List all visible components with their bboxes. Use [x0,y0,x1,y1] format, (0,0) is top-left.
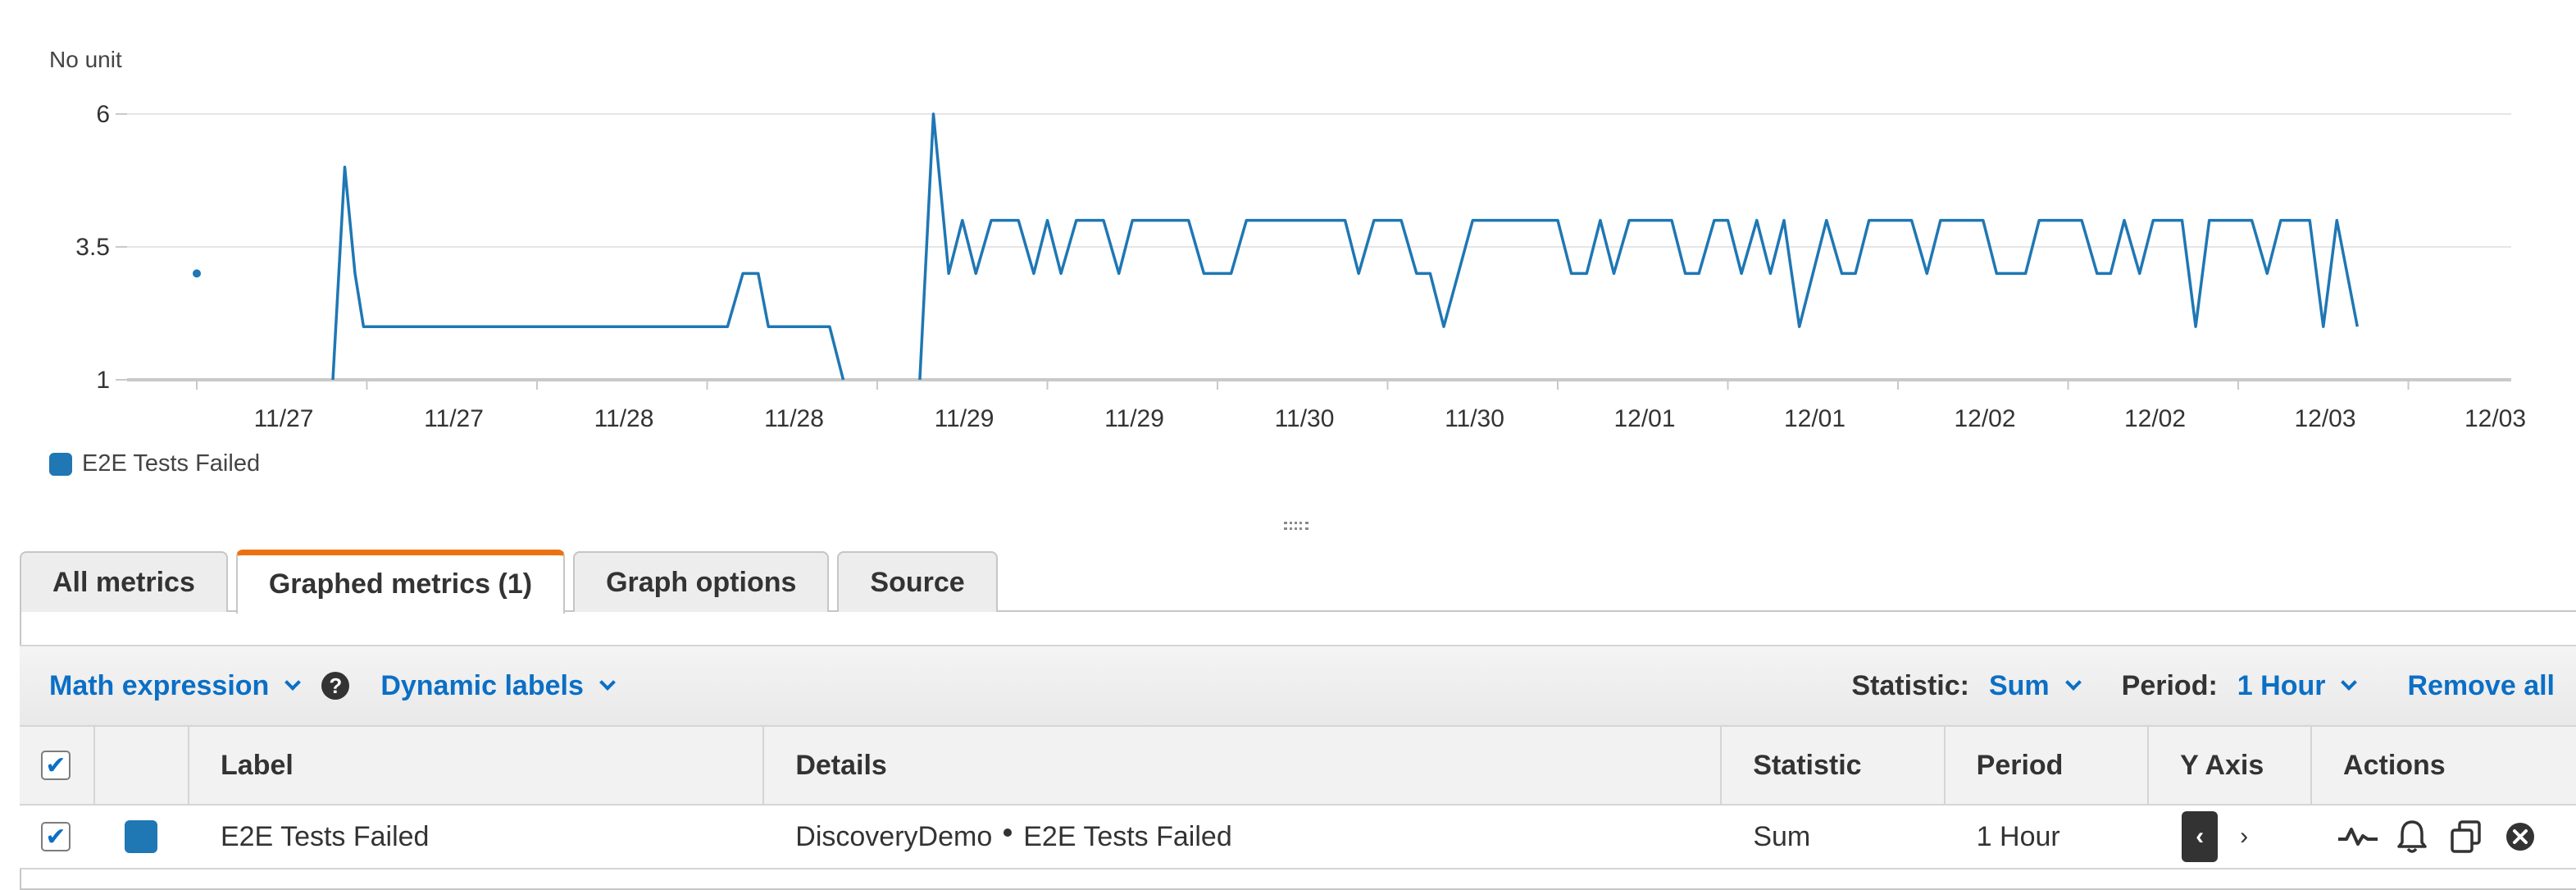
graphed-metrics-toolbar: Math expression ? Dynamic labels Statist… [20,645,2576,727]
chevron-down-icon [2341,674,2358,691]
row-select-cell: ✔ [20,806,95,868]
metrics-tabs: All metrics Graphed metrics (1) Graph op… [20,550,998,614]
x-tick-label: 12/02 [2124,405,2186,432]
math-expression-label: Math expression [49,669,270,701]
row-color-cell [95,806,189,868]
graph-resize-handle[interactable] [1284,522,1308,530]
x-tick-label: 12/03 [2294,405,2355,432]
remove-icon[interactable] [2499,815,2542,858]
x-tick-label: 11/28 [764,405,824,432]
details-namespace[interactable]: DiscoveryDemo [795,821,992,853]
chart-gridlines [127,113,2511,381]
x-tick-label: 11/29 [935,405,994,432]
series-point [193,269,201,278]
actions-header: Actions [2343,749,2446,781]
legend-label: E2E Tests Failed [82,450,261,477]
period-label: Period: [2121,669,2218,701]
y-axis-right-button[interactable]: › [2226,811,2262,862]
statistic-dropdown[interactable]: Sum [1988,669,2082,702]
cloudwatch-metrics-view: No unit 6 3.5 1 11/27 11/27 11/28 11/28 11/29 1… [0,0,2576,890]
x-tick-label: 12/03 [2464,405,2526,432]
remove-all-button[interactable]: Remove all [2407,670,2555,702]
y-tick-label: 6 [96,101,110,128]
details-header[interactable]: Details [764,727,1723,804]
chart-legend: E2E Tests Failed [49,450,260,477]
period-dropdown[interactable]: 1 Hour [2237,669,2358,702]
x-tick-label: 12/01 [1613,405,1675,432]
y-axis-header: Y Axis [2149,727,2313,804]
y-axis-left-button[interactable]: ‹ [2182,811,2219,862]
tab-graphed-metrics[interactable]: Graphed metrics (1) [235,550,566,614]
table-row: ✔ E2E Tests Failed DiscoveryDemo E2E Tes… [20,806,2576,869]
alarm-bell-icon[interactable] [2391,815,2433,858]
row-actions [2312,806,2576,868]
x-tick-label: 12/02 [1954,405,2015,432]
x-axis-ticks: 11/27 11/27 11/28 11/28 11/29 11/29 11/30 11/30… [196,380,2526,432]
row-y-axis: ‹ › [2149,806,2312,868]
legend-color-swatch [49,452,72,476]
tab-graph-options[interactable]: Graph options [573,551,830,612]
series-line [331,166,845,381]
select-all-checkbox[interactable]: ✔ [41,751,71,780]
dynamic-labels-dropdown[interactable]: Dynamic labels [380,669,616,702]
metric-line-chart: No unit 63.51 11/27 11/27 11/28 11/28 11/29 1… [49,47,2526,432]
chevron-down-icon [284,674,302,691]
tab-all-metrics[interactable]: All metrics [20,551,228,612]
statistic-label: Statistic: [1851,669,1969,701]
row-label[interactable]: E2E Tests Failed [189,806,764,868]
x-tick-label: 12/01 [1784,405,1846,432]
x-tick-label: 11/28 [594,405,654,432]
y-tick-label: 3.5 [75,234,110,261]
metrics-table-header: ✔ Label Details Statistic Period Y Axis … [20,727,2576,806]
row-period[interactable]: 1 Hour [1946,806,2150,868]
graph-icon[interactable] [2337,815,2379,858]
details-metric: E2E Tests Failed [1023,820,1232,852]
y-axis-ticks: 63.51 [75,101,127,394]
select-all-cell: ✔ [20,727,95,804]
row-details: DiscoveryDemo E2E Tests Failed [764,806,1722,868]
chevron-down-icon [2064,674,2082,691]
statistic-value: Sum [1988,669,2050,701]
separator-dot [1004,828,1013,837]
x-tick-label: 11/27 [424,405,484,432]
y-tick-label: 1 [96,367,110,394]
x-tick-label: 11/30 [1275,405,1335,432]
y-axis-unit-label: No unit [49,47,122,72]
help-icon[interactable]: ? [321,672,350,700]
math-expression-dropdown[interactable]: Math expression [49,669,302,702]
period-header[interactable]: Period [1946,727,2150,804]
statistic-header[interactable]: Statistic [1722,727,1946,804]
row-statistic[interactable]: Sum [1722,806,1945,868]
x-tick-label: 11/29 [1104,405,1164,432]
x-tick-label: 11/30 [1445,405,1504,432]
tab-source[interactable]: Source [837,551,998,612]
color-header [95,727,190,804]
x-tick-label: 11/27 [254,405,314,432]
period-value: 1 Hour [2237,669,2326,701]
series-color-swatch[interactable] [124,820,157,853]
chevron-down-icon [598,674,616,691]
dynamic-labels-label: Dynamic labels [380,669,584,701]
copy-icon[interactable] [2445,815,2487,858]
label-header[interactable]: Label [189,727,765,804]
row-checkbox[interactable]: ✔ [41,822,71,851]
